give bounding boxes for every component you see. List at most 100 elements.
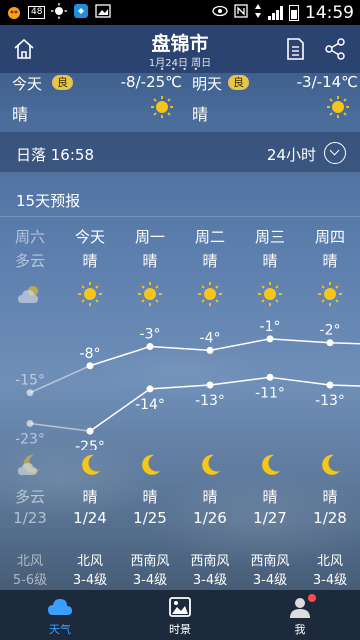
forecast-wind-level: 3-4级 (252, 573, 288, 588)
forecast-day-condition: 晴 (82, 252, 98, 270)
forecast-night-condition: 晴 (82, 488, 98, 506)
cloud-icon (48, 599, 72, 615)
forecast-wind-direction: 北风 (16, 554, 43, 569)
low-line-segment (269, 376, 331, 386)
tomorrow-aqi-badge: 良 (228, 75, 249, 90)
low-line-segment (29, 422, 91, 432)
tab-me[interactable]: 我 (240, 590, 360, 640)
tab-weather[interactable]: 天气 (0, 590, 120, 640)
sun-icon (198, 282, 222, 306)
high-line-segment (149, 345, 211, 352)
low-temp-point (326, 381, 334, 389)
forecast-day-name: 今天 (74, 228, 105, 246)
forecast-day-condition: 多云 (14, 252, 45, 270)
low-temp-point (26, 419, 34, 427)
low-temp-point (146, 385, 154, 393)
sun-icon (78, 282, 102, 306)
forecast-night-condition: 晴 (262, 488, 278, 506)
signal-icon (268, 5, 283, 20)
tab-scenery-label: 时景 (169, 623, 191, 636)
hourly-label[interactable]: 24小时 (267, 144, 316, 165)
low-temp-point (206, 381, 214, 389)
forecast-wind-level: 5-6级 (12, 573, 48, 588)
today-aqi-badge: 良 (52, 75, 73, 90)
sun-icon (327, 96, 349, 118)
high-temp-point (26, 389, 34, 397)
forecast-day-column[interactable]: 周六 多云 (0, 226, 60, 274)
forecast-wind-direction: 北风 (316, 554, 343, 569)
sun-icon (258, 282, 282, 306)
forecast-date: 1/27 (253, 509, 287, 527)
high-temp-label: -4° (200, 330, 221, 346)
moon-icon (82, 454, 100, 475)
low-line-segment (209, 376, 271, 386)
high-temp-point (326, 339, 334, 347)
today-condition: 晴 (12, 105, 29, 124)
forecast-date: 1/28 (313, 509, 347, 527)
forecast-wind-level: 3-4级 (192, 573, 228, 588)
forecast-day-condition: 晴 (262, 252, 278, 270)
forecast-date: 1/26 (193, 509, 227, 527)
forecast-day-column[interactable]: 周三 晴 (240, 226, 300, 274)
today-label: 今天 (12, 75, 43, 93)
forecast-day-column[interactable]: 周四 晴 (300, 226, 360, 274)
low-line-segment (329, 384, 360, 387)
today-summary[interactable]: 今天 良 -8/-25℃ 晴 (12, 73, 182, 130)
header: 盘锦市 1月24日 周日 • • • • (0, 25, 360, 74)
high-line-segment (269, 338, 331, 344)
low-temp-label: -11° (255, 385, 285, 401)
battery-icon (289, 4, 299, 21)
bottom-tab-bar: 天气 时景 我 (0, 590, 360, 640)
divider (0, 216, 360, 217)
forecast-night-condition: 多云 (14, 488, 45, 506)
high-temp-label: -8° (80, 346, 101, 362)
forecast-day-column[interactable]: 周一 晴 (120, 226, 180, 274)
high-temp-label: -15° (15, 373, 45, 389)
tab-scenery[interactable]: 时景 (120, 590, 240, 640)
forecast-day-name: 周四 (314, 228, 345, 246)
forecast-day-column[interactable]: 周二 晴 (180, 226, 240, 274)
high-temp-label: -2° (320, 323, 341, 339)
forecast-title: 15天预报 (16, 192, 81, 210)
moon-icon (202, 454, 220, 475)
sunset-bar: 日落 16:58 24小时 (0, 131, 360, 173)
forecast-wind-level: 3-4级 (72, 573, 108, 588)
tab-me-label: 我 (294, 623, 306, 636)
notification-count-icon: 48 (28, 6, 46, 19)
forecast-date: 1/23 (13, 509, 47, 527)
forecast-night-condition: 晴 (202, 488, 218, 506)
high-temp-point (206, 346, 214, 354)
status-bar: 48 14:59 (0, 0, 360, 25)
forecast-wind-direction: 西南风 (130, 554, 170, 569)
low-temp-label: -25° (75, 439, 105, 450)
sun-icon (151, 96, 173, 118)
sun-icon (138, 282, 162, 306)
tomorrow-summary[interactable]: 明天 良 -3/-14℃ 晴 (192, 73, 360, 130)
tomorrow-condition: 晴 (192, 105, 209, 124)
moon-icon (322, 454, 340, 475)
low-temp-label: -14° (135, 397, 165, 413)
image-app-icon (95, 4, 112, 21)
forecast-day-name: 周六 (14, 228, 45, 246)
forecast-day-condition: 晴 (322, 252, 338, 270)
forecast-day-name: 周三 (254, 228, 285, 246)
forecast-date: 1/25 (133, 509, 167, 527)
nfc-icon (234, 4, 248, 21)
high-temp-point (266, 335, 274, 343)
sun-icon (318, 282, 342, 306)
picture-icon (169, 597, 191, 617)
notification-dot (308, 594, 316, 602)
document-button[interactable] (284, 37, 306, 61)
chevron-down-icon[interactable] (324, 142, 346, 164)
forecast-wind-level: 3-4级 (132, 573, 168, 588)
forecast-date: 1/24 (73, 509, 107, 527)
low-temp-point (266, 373, 274, 381)
forecast-day-name: 周一 (134, 228, 165, 246)
moon-icon (262, 454, 280, 475)
forecast-wind-level: 3-4级 (312, 573, 348, 588)
forecast-day-column[interactable]: 今天 晴 (60, 226, 120, 274)
cloudy-sun-icon (18, 286, 38, 303)
high-temp-point (146, 343, 154, 351)
city-title[interactable]: 盘锦市 (0, 29, 360, 56)
share-button[interactable] (324, 37, 346, 61)
